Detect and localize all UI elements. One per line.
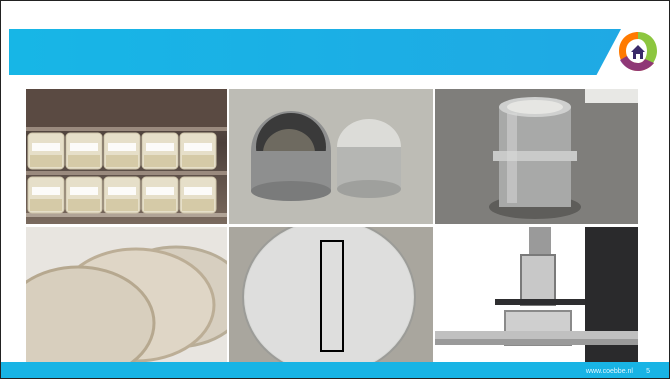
photo-grid — [26, 89, 638, 363]
presentation-slide: www.coebbe.nl 5 — [0, 0, 670, 379]
photo-mold-and-disc — [229, 89, 433, 224]
photo-stacked-discs — [26, 227, 227, 363]
slide-footer: www.coebbe.nl 5 — [1, 362, 669, 378]
photo-sample-jars — [26, 89, 227, 224]
slide-header-banner — [9, 29, 621, 75]
photo-disc-marked-strip — [229, 227, 433, 363]
photo-tensile-test-rig — [435, 227, 638, 363]
company-logo — [615, 29, 661, 75]
page-number: 5 — [646, 368, 650, 375]
footer-website: www.coebbe.nl — [585, 368, 633, 375]
photo-metal-cylinder — [435, 89, 638, 224]
